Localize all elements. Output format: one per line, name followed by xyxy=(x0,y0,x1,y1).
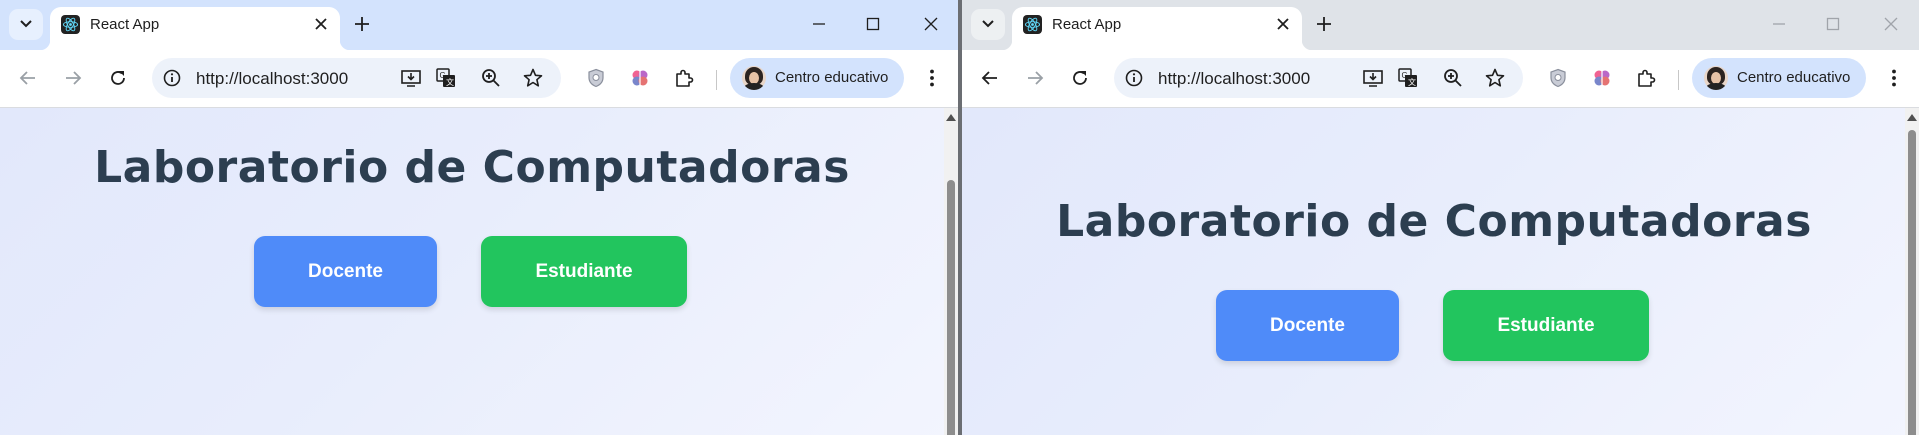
toolbar-separator xyxy=(716,70,717,90)
toolbar-separator xyxy=(1678,70,1679,90)
address-bar[interactable]: http://localhost:3000 G文 xyxy=(1114,58,1523,98)
scrollbar-thumb[interactable] xyxy=(947,180,955,435)
browser-window-left: React App http://localhost:3000 G文 Centr… xyxy=(0,0,958,435)
tab-title: React App xyxy=(90,16,160,33)
scroll-up-arrow-icon[interactable] xyxy=(1907,114,1917,121)
extension-brain-button[interactable] xyxy=(626,64,654,92)
site-info-icon[interactable] xyxy=(1124,68,1144,88)
forward-button[interactable] xyxy=(59,64,87,92)
address-bar[interactable]: http://localhost:3000 G文 xyxy=(152,58,561,98)
tab-react-app[interactable]: React App xyxy=(1002,7,1312,50)
extension-shield-icon xyxy=(588,68,604,88)
page-content: Laboratorio de Computadoras Docente Estu… xyxy=(962,108,1919,435)
extension-shield-button[interactable] xyxy=(1544,64,1572,92)
maximize-icon[interactable] xyxy=(860,11,886,37)
reload-icon xyxy=(1073,71,1087,85)
browser-toolbar: http://localhost:3000 G文 Centro educativ… xyxy=(962,50,1919,108)
translate-icon[interactable]: G文 xyxy=(435,67,457,89)
tab-strip: React App xyxy=(962,0,1919,50)
extension-brain-icon xyxy=(1594,70,1610,86)
window-close-icon[interactable] xyxy=(918,11,944,37)
reload-button[interactable] xyxy=(1066,64,1094,92)
profile-label: Centro educativo xyxy=(1737,69,1851,86)
window-close-icon[interactable] xyxy=(1878,11,1904,37)
scrollbar[interactable] xyxy=(944,108,958,435)
forward-button[interactable] xyxy=(1021,64,1049,92)
tab-search-button[interactable] xyxy=(971,9,1005,40)
page-title: Laboratorio de Computadoras xyxy=(1056,196,1812,247)
tab-strip: React App xyxy=(0,0,958,50)
svg-text:文: 文 xyxy=(446,77,454,87)
bookmark-star-icon[interactable] xyxy=(522,67,544,89)
extensions-puzzle-icon xyxy=(1638,69,1656,87)
avatar xyxy=(1704,66,1728,90)
scrollbar[interactable] xyxy=(1905,108,1919,435)
zoom-icon[interactable] xyxy=(1442,67,1464,89)
docente-button[interactable]: Docente xyxy=(1216,290,1399,361)
extension-shield-icon xyxy=(1550,68,1566,88)
avatar xyxy=(742,66,766,90)
browser-menu-button[interactable] xyxy=(1880,64,1908,92)
extension-brain-button[interactable] xyxy=(1588,64,1616,92)
zoom-icon[interactable] xyxy=(480,67,502,89)
site-info-icon[interactable] xyxy=(162,68,182,88)
close-icon[interactable] xyxy=(1274,15,1292,33)
back-icon xyxy=(19,71,35,85)
plus-icon[interactable] xyxy=(352,14,372,34)
back-button[interactable] xyxy=(14,64,42,92)
profile-label: Centro educativo xyxy=(775,69,889,86)
kebab-menu-icon xyxy=(930,69,934,87)
chevron-down-icon xyxy=(20,20,32,28)
reload-button[interactable] xyxy=(104,64,132,92)
reload-icon xyxy=(111,71,125,85)
page-title: Laboratorio de Computadoras xyxy=(94,142,850,193)
minimize-icon[interactable] xyxy=(1766,11,1792,37)
browser-window-right: React App http://localhost:3000 G文 Centr… xyxy=(962,0,1919,435)
plus-icon[interactable] xyxy=(1314,14,1334,34)
page-content: Laboratorio de Computadoras Docente Estu… xyxy=(0,108,958,435)
tab-title: React App xyxy=(1052,16,1122,33)
extensions-puzzle-icon xyxy=(676,69,694,87)
browser-menu-button[interactable] xyxy=(918,64,946,92)
estudiante-button[interactable]: Estudiante xyxy=(481,236,687,307)
svg-text:文: 文 xyxy=(1408,77,1416,87)
translate-icon[interactable]: G文 xyxy=(1397,67,1419,89)
bookmark-star-icon[interactable] xyxy=(1484,67,1506,89)
install-app-icon[interactable] xyxy=(400,67,422,89)
react-favicon-icon xyxy=(1023,15,1042,34)
estudiante-button[interactable]: Estudiante xyxy=(1443,290,1649,361)
scrollbar-thumb[interactable] xyxy=(1908,130,1916,435)
extension-shield-button[interactable] xyxy=(582,64,610,92)
tab-react-app[interactable]: React App xyxy=(40,7,350,50)
svg-text:G: G xyxy=(1402,71,1408,80)
extensions-button[interactable] xyxy=(670,64,698,92)
back-button[interactable] xyxy=(976,64,1004,92)
forward-icon xyxy=(1028,71,1044,85)
extension-brain-icon xyxy=(632,70,648,86)
browser-toolbar: http://localhost:3000 G文 Centro educativ… xyxy=(0,50,958,108)
scroll-up-arrow-icon[interactable] xyxy=(946,114,956,121)
profile-button[interactable]: Centro educativo xyxy=(1692,58,1866,98)
forward-icon xyxy=(66,71,82,85)
maximize-icon[interactable] xyxy=(1820,11,1846,37)
install-app-icon[interactable] xyxy=(1362,67,1384,89)
back-icon xyxy=(981,71,997,85)
chevron-down-icon xyxy=(982,20,994,28)
react-favicon-icon xyxy=(61,15,80,34)
kebab-menu-icon xyxy=(1892,69,1896,87)
url-text: http://localhost:3000 xyxy=(1158,69,1311,88)
profile-button[interactable]: Centro educativo xyxy=(730,58,904,98)
tab-search-button[interactable] xyxy=(9,9,43,40)
extensions-button[interactable] xyxy=(1632,64,1660,92)
minimize-icon[interactable] xyxy=(806,11,832,37)
svg-text:G: G xyxy=(440,71,446,80)
docente-button[interactable]: Docente xyxy=(254,236,437,307)
close-icon[interactable] xyxy=(312,15,330,33)
url-text: http://localhost:3000 xyxy=(196,69,349,88)
